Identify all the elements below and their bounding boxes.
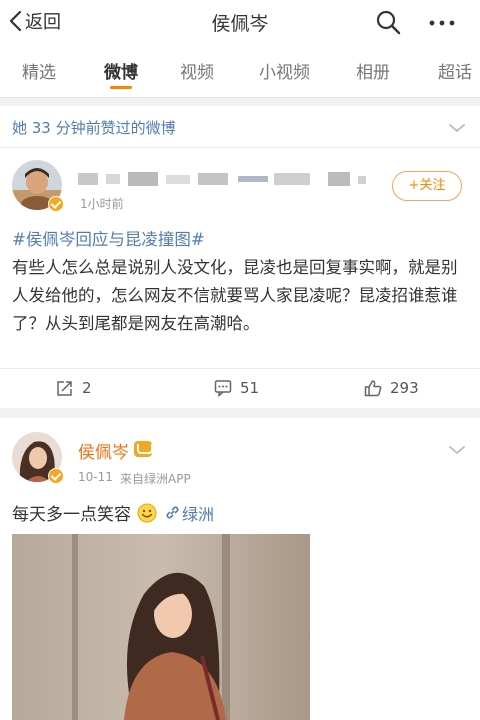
more-icon bbox=[429, 20, 455, 26]
page-title: 侯佩岑 bbox=[211, 13, 269, 35]
post2-body: 每天多一点笑容 绿洲 bbox=[12, 500, 214, 525]
search-button[interactable] bbox=[374, 8, 402, 36]
comment-count: 51 bbox=[240, 379, 260, 397]
liked-banner-text: 她 33 分钟前赞过的微博 bbox=[12, 119, 176, 137]
post-text: 有些人怎么总是说别人没文化，昆凌也是回复事实啊，就是别人发给他的，怎么网友不信就… bbox=[12, 258, 458, 333]
blurred-username bbox=[78, 172, 366, 186]
post-source: 来自绿洲APP bbox=[120, 472, 191, 486]
tab-weibo[interactable]: 微博 bbox=[104, 58, 138, 83]
photo-image bbox=[12, 534, 310, 720]
chevron-down-icon[interactable] bbox=[448, 122, 466, 134]
hashtag-link[interactable]: #侯佩岑回应与昆凌撞图# bbox=[12, 230, 205, 249]
post-body: #侯佩岑回应与昆凌撞图# 有些人怎么总是说别人没文化，昆凌也是回复事实啊，就是别… bbox=[12, 226, 468, 338]
top-nav-bar: 返回 侯佩岑 bbox=[0, 0, 480, 42]
search-icon bbox=[376, 10, 401, 35]
profile-tabs: 精选 微博 视频 小视频 相册 超话 bbox=[0, 42, 480, 98]
like-icon bbox=[364, 380, 382, 397]
oasis-link-label: 绿洲 bbox=[182, 504, 215, 524]
post-photo[interactable] bbox=[12, 534, 310, 720]
oasis-link[interactable]: 绿洲 bbox=[165, 501, 214, 525]
tab-short-videos[interactable]: 小视频 bbox=[259, 58, 310, 83]
verified-badge-icon bbox=[48, 468, 64, 484]
post-time: 1小时前 bbox=[80, 197, 124, 211]
like-button[interactable]: 293 bbox=[364, 379, 419, 397]
chevron-down-icon[interactable] bbox=[448, 444, 466, 456]
follow-button[interactable]: +关注 bbox=[392, 171, 462, 201]
comment-icon bbox=[214, 380, 232, 397]
smile-emoji-icon bbox=[137, 503, 157, 522]
tab-videos[interactable]: 视频 bbox=[180, 58, 214, 83]
link-icon bbox=[166, 506, 179, 519]
repost-button[interactable]: 2 bbox=[56, 379, 92, 397]
post2-text: 每天多一点笑容 bbox=[12, 505, 131, 525]
liked-banner[interactable]: 她 33 分钟前赞过的微博 bbox=[0, 106, 480, 148]
repost-icon bbox=[57, 381, 72, 396]
like-count: 293 bbox=[390, 379, 419, 397]
author-name[interactable]: 侯佩岑 bbox=[78, 438, 129, 463]
repost-count: 2 bbox=[82, 379, 92, 397]
active-tab-indicator bbox=[110, 86, 132, 89]
tab-albums[interactable]: 相册 bbox=[356, 58, 390, 83]
post-date: 10-11 bbox=[78, 470, 113, 484]
vip-badge-icon bbox=[134, 441, 153, 457]
tab-super-topic[interactable]: 超话 bbox=[438, 58, 472, 83]
post-action-bar: 2 51 293 bbox=[0, 368, 480, 408]
more-button[interactable] bbox=[426, 8, 458, 36]
tab-featured[interactable]: 精选 bbox=[22, 58, 56, 83]
verified-badge-icon bbox=[48, 196, 64, 212]
comment-button[interactable]: 51 bbox=[214, 379, 259, 397]
